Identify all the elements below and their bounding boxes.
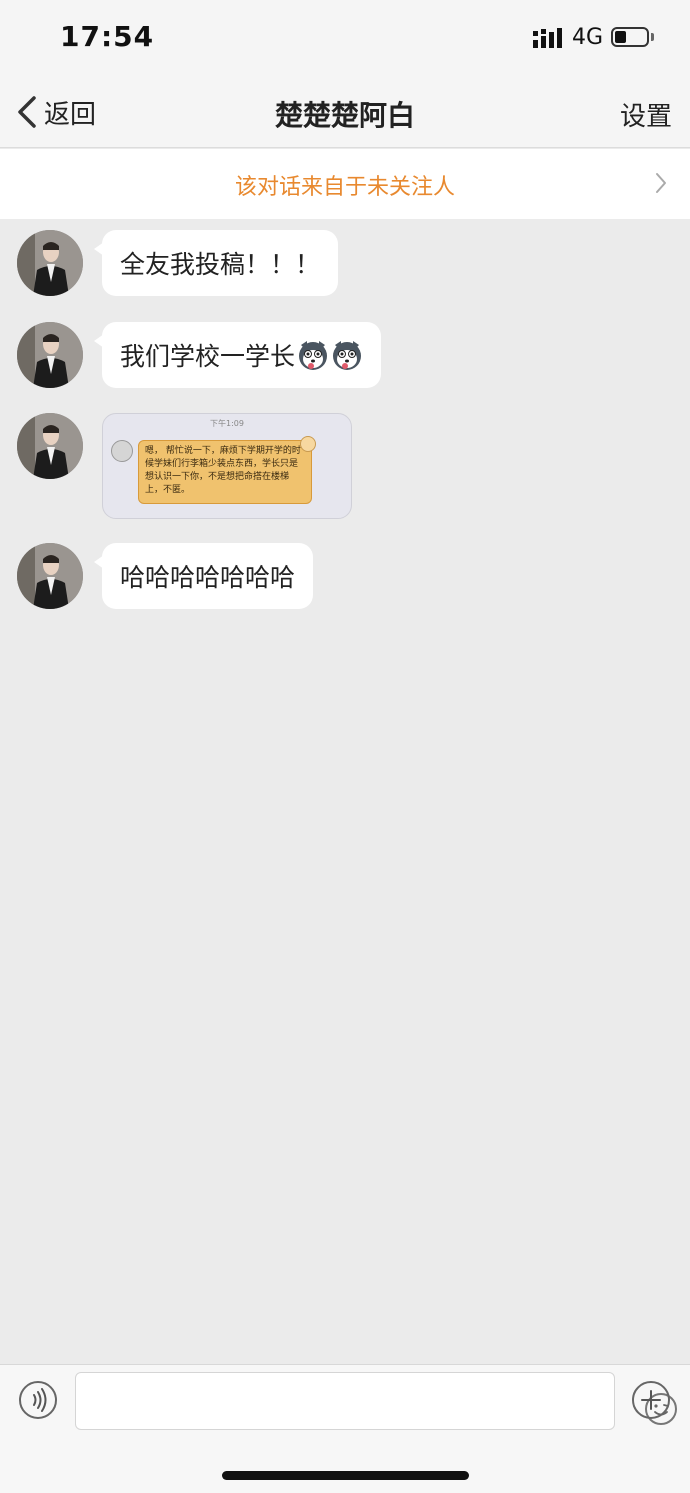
- message-text: 哈哈哈哈哈哈哈: [120, 563, 296, 592]
- battery-cap: [651, 33, 654, 41]
- image-avatar: [111, 440, 133, 462]
- home-indicator[interactable]: [222, 1471, 469, 1480]
- message-input[interactable]: [75, 1372, 677, 1430]
- network-label: 4G: [572, 25, 604, 50]
- avatar[interactable]: [17, 543, 83, 609]
- message-text: 全友我投稿！！！: [120, 250, 321, 279]
- signal-icon: [533, 28, 562, 48]
- stranger-notice-banner[interactable]: 该对话来自于未关注人: [0, 149, 690, 219]
- more-button[interactable]: [632, 1381, 670, 1419]
- message-bubble[interactable]: 全友我投稿！！！: [93, 230, 339, 296]
- voice-button[interactable]: [19, 1381, 57, 1419]
- settings-button[interactable]: 设置: [620, 96, 672, 133]
- nav-bar: 返回 楚楚楚阿白 设置: [0, 78, 690, 148]
- image-text-card: 嗯， 帮忙说一下，麻烦下学期开学的时候学妹们行李箱少装点东西，学长只是想认识一下…: [138, 440, 312, 504]
- plus-icon: [641, 1390, 661, 1410]
- status-bar: 17:54 4G: [0, 0, 690, 78]
- notice-text: 该对话来自于未关注人: [234, 175, 455, 200]
- page-title: 楚楚楚阿白: [274, 99, 415, 132]
- image-message[interactable]: 下午1:09 嗯， 帮忙说一下，麻烦下学期开学的时候学妹们行李箱少装点东西，学长…: [102, 413, 352, 519]
- avatar[interactable]: [17, 322, 83, 388]
- husky-emoji-icon: [299, 341, 328, 370]
- husky-emoji-icon: [333, 341, 362, 370]
- avatar-image: [17, 230, 83, 296]
- avatar-image: [17, 413, 83, 479]
- chevron-right-icon: [656, 173, 666, 193]
- image-timestamp: 下午1:09: [210, 419, 244, 428]
- message-bubble[interactable]: 我们学校一学长: [93, 322, 382, 388]
- avatar[interactable]: [17, 230, 83, 296]
- message-text: 我们学校一学长: [120, 342, 296, 371]
- avatar[interactable]: [17, 413, 83, 479]
- message-bubble[interactable]: 哈哈哈哈哈哈哈: [93, 543, 314, 609]
- avatar-image: [17, 543, 83, 609]
- battery-icon: [611, 27, 649, 47]
- sticker-icon: [300, 436, 316, 452]
- voice-icon: [33, 1388, 47, 1412]
- status-time: 17:54: [60, 20, 155, 53]
- avatar-image: [17, 322, 83, 388]
